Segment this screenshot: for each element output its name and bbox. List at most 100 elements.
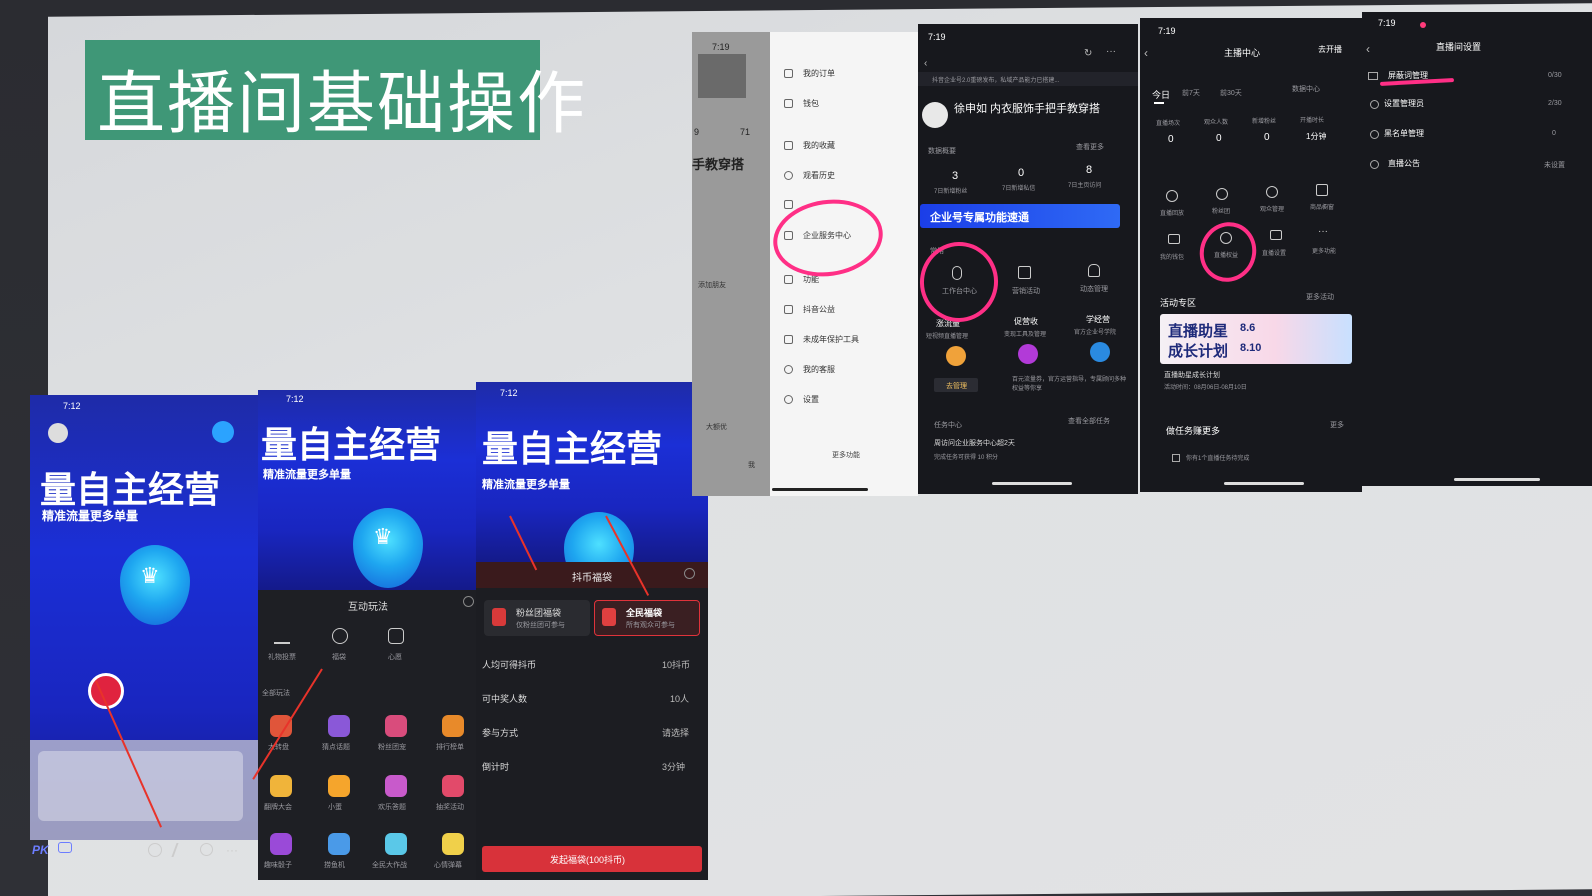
setting-value: 0 [1552, 130, 1556, 137]
tab-7days[interactable]: 前7天 [1182, 88, 1200, 98]
lucky-bag-icon[interactable] [332, 628, 348, 644]
setting-item-admins[interactable]: 设置管理员 [1384, 98, 1424, 109]
game-icon[interactable] [328, 833, 350, 855]
game-icon[interactable] [328, 715, 350, 737]
row-value[interactable]: 3分钟 [662, 760, 685, 773]
game-icon[interactable] [270, 775, 292, 797]
avatar[interactable] [48, 423, 68, 443]
panel-title: 抖币福袋 [572, 573, 612, 584]
wallet-icon[interactable] [1168, 234, 1180, 244]
camera-icon[interactable] [58, 842, 72, 853]
setting-value: 2/30 [1548, 100, 1562, 107]
setting-item-announcement[interactable]: 直播公告 [1388, 158, 1420, 169]
tab-today[interactable]: 今日 [1152, 88, 1170, 101]
photo-stage: 直播间基础操作 7:12 量自主经营 精准流量更多单量 ♛ PK ··· 7:1… [0, 0, 1592, 896]
status-time: 7:19 [928, 32, 946, 42]
game-label: 捞鱼机 [324, 862, 345, 869]
game-icon[interactable] [328, 775, 350, 797]
banner-date: 8.10 [1240, 342, 1262, 354]
online-badge[interactable] [212, 421, 234, 443]
stat-value: 0 [1168, 134, 1174, 145]
row-value[interactable]: 请选择 [662, 726, 689, 739]
live-banner-title: 量自主经营 [261, 425, 442, 466]
lucky-bag-icon[interactable] [148, 843, 162, 857]
more-icon[interactable]: ··· [1106, 46, 1116, 57]
stat-label: 直播场次 [1156, 121, 1181, 127]
live-settings-icon[interactable] [1270, 230, 1282, 240]
row-value[interactable]: 10人 [670, 692, 689, 705]
task-checkbox[interactable] [1172, 454, 1180, 462]
stat-value: 3 [952, 170, 959, 182]
task-more-link[interactable]: 查看全部任务 [1068, 416, 1110, 426]
tool-label: 福袋 [332, 654, 346, 661]
vote-icon[interactable] [274, 628, 290, 644]
menu-item-settings[interactable]: 设置 [784, 394, 819, 405]
row-value[interactable]: 10抖币 [662, 658, 690, 671]
setting-value: 0/30 [1548, 72, 1562, 79]
account-name: 徐申如 内衣服饰手把手教穿搭 [954, 103, 1101, 115]
row-label: 可中奖人数 [482, 694, 528, 704]
status-time: 7:12 [286, 394, 304, 404]
filter-icon [1368, 72, 1378, 80]
menu-item-favorites[interactable]: 我的收藏 [784, 140, 835, 151]
stat-label: 新增粉丝 [1252, 119, 1277, 125]
game-icon[interactable] [442, 833, 464, 855]
more-data-link[interactable]: 查看更多 [1076, 142, 1104, 152]
game-icon[interactable] [385, 833, 407, 855]
power-icon[interactable] [200, 843, 213, 856]
live-banner-title: 量自主经营 [482, 429, 663, 470]
tab-30days[interactable]: 前30天 [1220, 88, 1242, 98]
wish-icon[interactable] [388, 628, 404, 644]
bell-icon[interactable] [1088, 264, 1100, 277]
game-label: 趣味骰子 [264, 862, 292, 869]
menu-item-orders[interactable]: 我的订单 [784, 68, 835, 79]
start-live-button[interactable]: 去开播 [1318, 44, 1342, 55]
stat-value: 0 [1216, 133, 1222, 144]
more-icon[interactable]: ··· [226, 843, 238, 857]
all-bag-label: 全民福袋 [626, 608, 663, 618]
add-friend[interactable]: 添加朋友 [698, 280, 726, 290]
account-avatar[interactable] [922, 102, 948, 128]
fans-icon[interactable] [1216, 188, 1228, 200]
setting-item-blacklist[interactable]: 黑名单管理 [1384, 128, 1424, 139]
banner-time: 活动时间：08月06日-08月10日 [1164, 385, 1247, 391]
shop-icon[interactable] [1316, 184, 1328, 196]
stat-value: 0 [1018, 167, 1025, 179]
game-icon[interactable] [385, 715, 407, 737]
more-functions[interactable]: 更多功能 [832, 450, 860, 460]
tasks-more-link[interactable]: 更多 [1330, 420, 1344, 430]
help-icon[interactable] [684, 568, 695, 579]
tasks-title: 做任务赚更多 [1166, 426, 1221, 436]
menu-item-charity[interactable]: 抖音公益 [784, 304, 835, 315]
refresh-icon[interactable]: ↻ [1084, 48, 1092, 59]
game-icon[interactable] [442, 775, 464, 797]
banner-line1: 直播助星 [1168, 323, 1229, 340]
menu-item-support[interactable]: 我的客服 [784, 364, 835, 375]
card-note: 百元流量券，官方运营指导，专属顾问多种权益等你享 [1012, 377, 1127, 392]
help-icon[interactable] [463, 596, 474, 607]
replay-icon[interactable] [1166, 190, 1178, 202]
audience-icon[interactable] [1266, 186, 1278, 198]
game-icon[interactable] [270, 833, 292, 855]
data-label: 数据概要 [928, 148, 956, 155]
data-center-link[interactable]: 数据中心 [1292, 84, 1320, 94]
tool-label: 粉丝团 [1212, 209, 1231, 215]
row-label: 参与方式 [482, 728, 519, 738]
section-label: 全部玩法 [262, 690, 290, 697]
menu-item-minor-protection[interactable]: 未成年保护工具 [784, 334, 859, 345]
back-icon[interactable]: ‹ [1144, 46, 1148, 60]
pk-button[interactable]: PK [32, 843, 49, 857]
stat-label: 观众人数 [1204, 120, 1229, 126]
back-icon[interactable]: ‹ [1366, 42, 1370, 56]
back-icon[interactable]: ‹ [924, 58, 927, 69]
game-icon[interactable] [385, 775, 407, 797]
menu-item-wallet[interactable]: 钱包 [784, 98, 819, 109]
campaign-icon[interactable] [1018, 266, 1031, 279]
star-icon [784, 141, 793, 150]
tab-mine[interactable]: 我 [748, 460, 755, 470]
menu-item-history[interactable]: 观看历史 [784, 170, 835, 181]
game-icon[interactable] [442, 715, 464, 737]
more-icon[interactable]: ··· [1318, 226, 1328, 237]
more-activity-link[interactable]: 更多活动 [1306, 292, 1334, 302]
live-room-phone-a: 7:12 量自主经营 精准流量更多单量 ♛ [30, 395, 262, 840]
